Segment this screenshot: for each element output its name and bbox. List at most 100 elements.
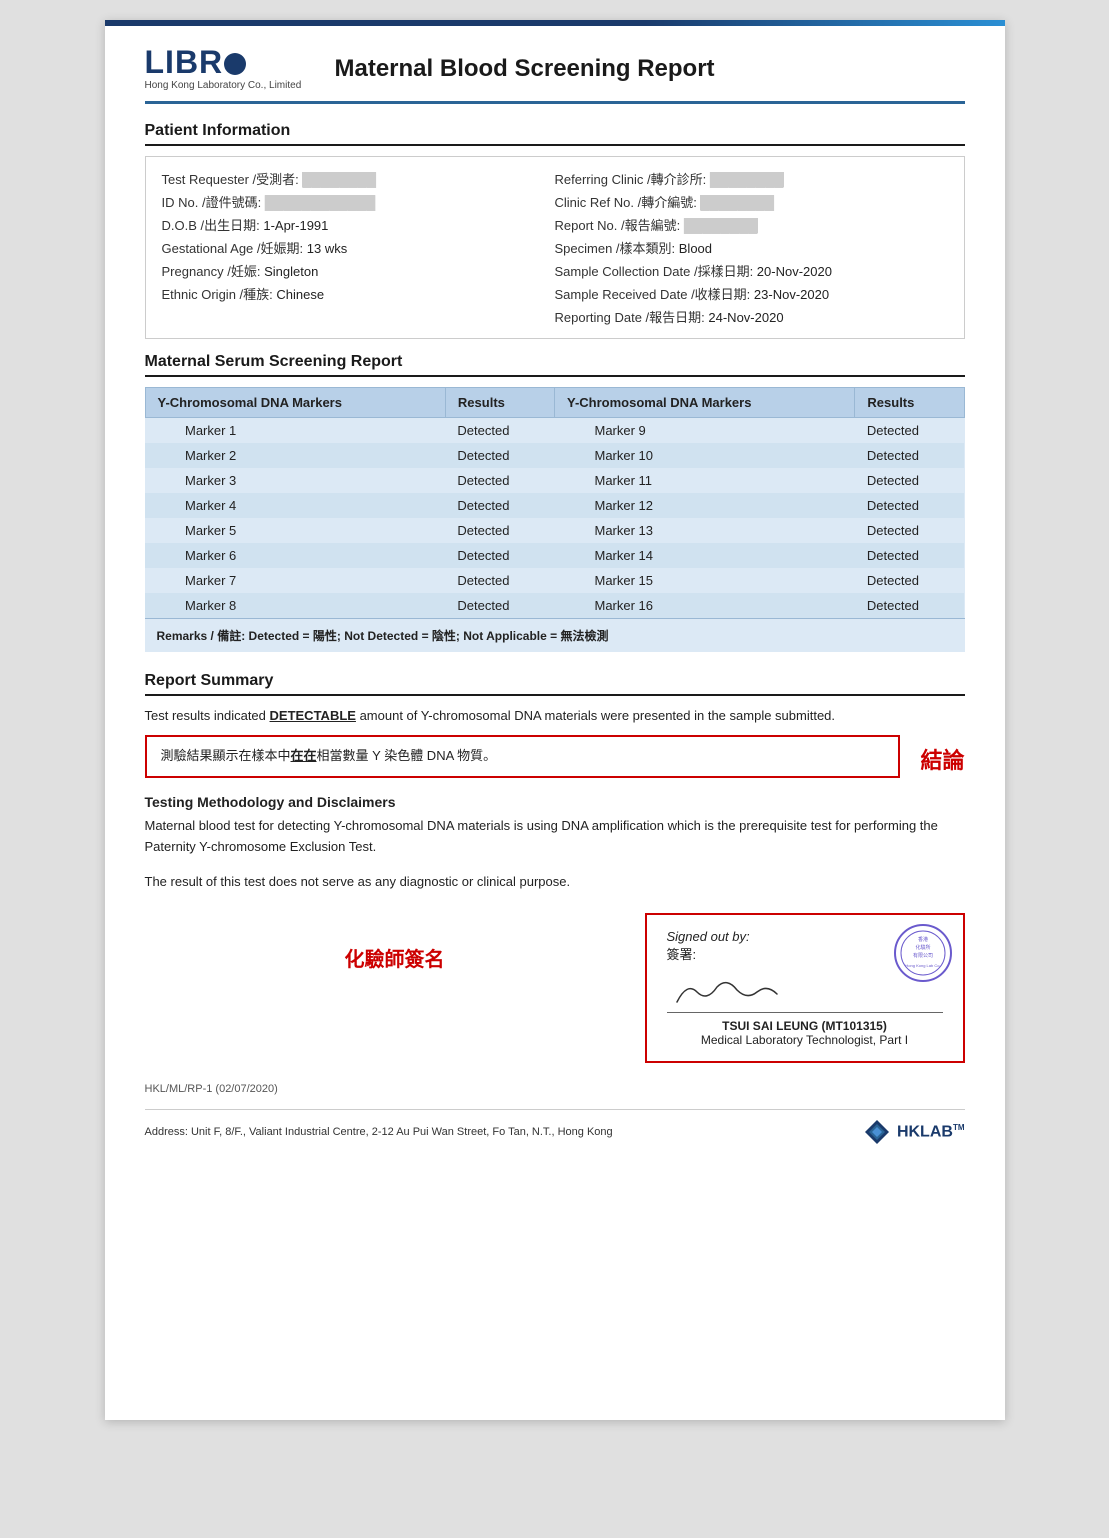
patient-right-col: Referring Clinic /轉介診所: ████████ Clinic … [555,167,948,328]
signature-area: 化驗師簽名 香港 化驗所 有限公司 Hong Kong Lab Co. Sign… [145,913,965,1063]
doc-ref: HKL/ML/RP-1 (02/07/2020) [145,1083,965,1095]
patient-row: D.O.B /出生日期: 1-Apr-1991 [162,213,555,236]
right-marker-result: Detected [855,593,964,618]
label-report-no: Report No. /報告編號: [555,218,684,233]
logo-text: LIBR [145,46,247,78]
serum-section-title: Maternal Serum Screening Report [145,353,965,377]
left-marker-name: Marker 5 [145,518,445,543]
value-report-no: ████████ [684,218,758,233]
label-collection-date: Sample Collection Date /採樣日期: [555,264,757,279]
left-marker-result: Detected [445,593,554,618]
sign-chinese-label: 簽署: [667,944,750,963]
col-header-2: Results [445,388,554,418]
col-header-1: Y-Chromosomal DNA Markers [145,388,445,418]
left-marker-result: Detected [445,418,554,444]
summary-section-title: Report Summary [145,672,965,696]
methodology-section: Testing Methodology and Disclaimers Mate… [145,794,965,893]
label-requester: Test Requester /受測者: [162,172,303,187]
left-marker-name: Marker 6 [145,543,445,568]
left-marker-name: Marker 4 [145,493,445,518]
col-header-4: Results [855,388,964,418]
svg-text:化驗所: 化驗所 [915,944,930,951]
label-received-date: Sample Received Date /收樣日期: [555,287,754,302]
right-marker-result: Detected [855,568,964,593]
patient-row: Reporting Date /報告日期: 24-Nov-2020 [555,305,948,328]
patient-section: Patient Information Test Requester /受測者:… [145,122,965,339]
label-gest-age: Gestational Age /妊娠期: [162,241,307,256]
left-marker-name: Marker 2 [145,443,445,468]
label-clinic: Referring Clinic /轉介診所: [555,172,710,187]
right-marker-result: Detected [855,543,964,568]
signature-svg [667,972,787,1010]
address-text: Address: Unit F, 8/F., Valiant Industria… [145,1126,613,1138]
label-pregnancy: Pregnancy /妊娠: [162,264,265,279]
left-marker-name: Marker 3 [145,468,445,493]
hklab-logo: HKLABTM [863,1118,965,1146]
value-clinic-ref: ████████ [700,195,774,210]
left-marker-name: Marker 8 [145,593,445,618]
sign-box: 香港 化驗所 有限公司 Hong Kong Lab Co. Signed out… [645,913,965,1063]
value-dob: 1-Apr-1991 [263,218,328,233]
address-line: Address: Unit F, 8/F., Valiant Industria… [145,1109,965,1146]
summary-section: Report Summary Test results indicated DE… [145,672,965,778]
value-requester: ████████ [302,172,376,187]
svg-text:香港: 香港 [917,936,927,943]
patient-row: Sample Received Date /收樣日期: 23-Nov-2020 [555,282,948,305]
signer-title: Medical Laboratory Technologist, Part I [667,1033,943,1047]
chinese-summary-text: 測驗結果顯示在樣本中在在相當數量 Y 染色體 DNA 物質。 [161,745,885,764]
right-marker-name: Marker 14 [554,543,854,568]
top-bar [105,20,1005,26]
summary-text: Test results indicated DETECTABLE amount… [145,706,965,727]
right-marker-result: Detected [855,493,964,518]
red-box: 測驗結果顯示在樣本中在在相當數量 Y 染色體 DNA 物質。 [145,735,901,778]
value-specimen: Blood [679,241,712,256]
patient-row: Ethnic Origin /種族: Chinese [162,282,555,305]
left-marker-result: Detected [445,568,554,593]
serum-section: Maternal Serum Screening Report Y-Chromo… [145,353,965,652]
right-marker-name: Marker 13 [554,518,854,543]
value-pregnancy: Singleton [264,264,318,279]
label-clinic-ref: Clinic Ref No. /轉介編號: [555,195,701,210]
signer-name: TSUI SAI LEUNG (MT101315) [667,1019,943,1033]
right-marker-name: Marker 10 [554,443,854,468]
patient-row: Clinic Ref No. /轉介編號: ████████ [555,190,948,213]
remarks-row: Remarks / 備註: Detected = 陽性; Not Detecte… [145,618,965,652]
right-marker-result: Detected [855,443,964,468]
col-header-3: Y-Chromosomal DNA Markers [554,388,854,418]
right-marker-result: Detected [855,418,964,444]
patient-section-title: Patient Information [145,122,965,146]
patient-row: ID No. /證件號碼: ████████████ [162,190,555,213]
right-marker-name: Marker 11 [554,468,854,493]
patient-row: Gestational Age /妊娠期: 13 wks [162,236,555,259]
value-collection-date: 20-Nov-2020 [757,264,832,279]
methodology-text-1: Maternal blood test for detecting Y-chro… [145,816,965,858]
svg-text:有限公司: 有限公司 [912,952,932,959]
right-marker-result: Detected [855,518,964,543]
screening-table: Y-Chromosomal DNA Markers Results Y-Chro… [145,387,965,618]
value-report-date: 24-Nov-2020 [708,310,783,325]
svg-text:Hong Kong Lab Co.: Hong Kong Lab Co. [905,963,940,968]
patient-row: Referring Clinic /轉介診所: ████████ [555,167,948,190]
right-marker-name: Marker 16 [554,593,854,618]
hklab-diamond-icon [863,1118,891,1146]
patient-row: Pregnancy /妊娠: Singleton [162,259,555,282]
chinese-bold: 在在 [291,748,317,763]
value-clinic: ████████ [710,172,784,187]
sign-out-label: Signed out by: [667,929,750,944]
label-report-date: Reporting Date /報告日期: [555,310,709,325]
right-marker-result: Detected [855,468,964,493]
report-page: LIBR Hong Kong Laboratory Co., Limited M… [105,20,1005,1420]
right-marker-name: Marker 9 [554,418,854,444]
label-ethnic: Ethnic Origin /種族: [162,287,277,302]
left-marker-name: Marker 1 [145,418,445,444]
right-marker-name: Marker 15 [554,568,854,593]
label-id: ID No. /證件號碼: [162,195,265,210]
left-marker-result: Detected [445,543,554,568]
left-marker-name: Marker 7 [145,568,445,593]
patient-row: Test Requester /受測者: ████████ [162,167,555,190]
detectable-text: DETECTABLE [270,708,356,723]
patient-left-col: Test Requester /受測者: ████████ ID No. /證件… [162,167,555,328]
patient-row: Sample Collection Date /採樣日期: 20-Nov-202… [555,259,948,282]
value-id: ████████████ [265,195,376,210]
patient-row: Report No. /報告編號: ████████ [555,213,948,236]
